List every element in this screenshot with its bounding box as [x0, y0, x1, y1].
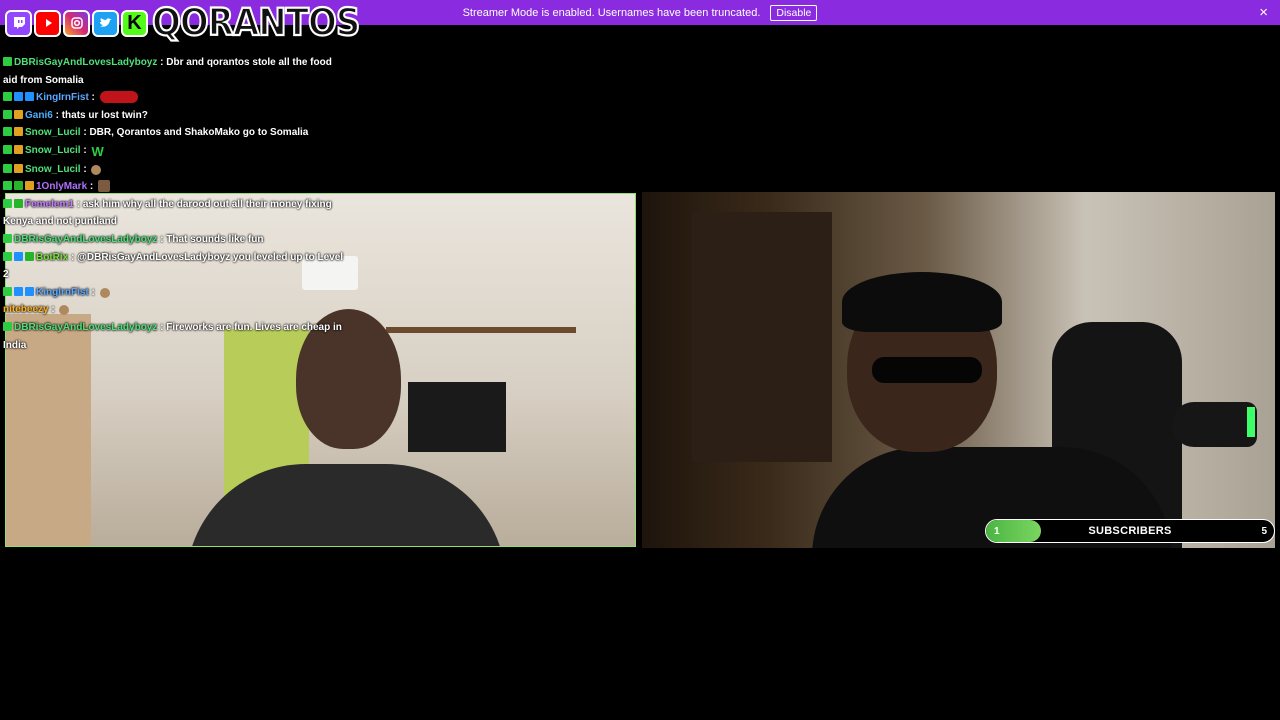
chat-badge-icon	[3, 163, 12, 173]
chat-badge-icon	[14, 163, 23, 173]
background-shelf	[692, 212, 832, 462]
subscriber-goal-bar: 1 SUBSCRIBERS 5	[985, 519, 1275, 543]
channel-name: QORANTOS	[151, 0, 361, 45]
chat-username[interactable]: Snow_Lucil	[25, 127, 81, 138]
chat-username[interactable]: Snow_Lucil	[25, 164, 81, 175]
chat-message: DBRisGayAndLovesLadyboyz : That sounds l…	[3, 231, 348, 249]
chat-badge-icon	[3, 181, 12, 191]
chat-username[interactable]: DBRisGayAndLovesLadyboyz	[14, 57, 157, 68]
chat-message: Femelem1 : ask him why all the darood ou…	[3, 196, 348, 231]
chat-badge-icon	[3, 92, 12, 102]
instagram-icon	[63, 9, 90, 37]
chat-text: DBR, Qorantos and ShakoMako go to Somali…	[89, 127, 309, 139]
chat-message: Snow_Lucil :	[3, 161, 348, 179]
channel-logo: K QORANTOS	[5, 0, 361, 45]
chat-badge-icon	[3, 286, 12, 296]
banner-message: Streamer Mode is enabled. Usernames have…	[462, 6, 761, 19]
chat-badge-icon	[3, 251, 12, 261]
chat-emote-icon: W	[91, 143, 104, 159]
chat-username[interactable]: KingIrnFist	[36, 92, 89, 103]
mic-light	[1247, 407, 1255, 437]
chat-emote-icon	[59, 305, 70, 316]
chat-separator: :	[48, 304, 58, 316]
chat-badge-icon	[3, 57, 12, 66]
goal-end-value: 5	[1261, 525, 1267, 537]
chat-overlay: DBRisGayAndLovesLadyboyz : Dbr and qoran…	[3, 54, 348, 354]
chat-username[interactable]: Femelem1	[25, 199, 74, 210]
chat-separator: :	[88, 286, 98, 298]
kick-icon: K	[121, 9, 148, 37]
close-icon[interactable]: ×	[1259, 4, 1268, 21]
chat-message: Snow_Lucil : W	[3, 142, 348, 161]
chat-emote-icon	[98, 180, 111, 193]
chat-separator: :	[73, 198, 83, 210]
chat-badge-icon	[14, 127, 23, 137]
chat-badge-icon	[14, 144, 23, 154]
chat-message: KingIrnFist :	[3, 89, 348, 107]
chat-badge-icon	[3, 144, 12, 154]
chat-emote-icon	[99, 91, 138, 104]
chat-message: nitebeezy :	[3, 301, 348, 319]
chat-text: That sounds like fun	[166, 233, 264, 245]
microphone	[1172, 402, 1257, 447]
chat-badge-icon	[3, 198, 12, 208]
chat-username[interactable]: Snow_Lucil	[25, 145, 81, 156]
chat-separator: :	[88, 92, 98, 104]
chat-message: DBRisGayAndLovesLadyboyz : Fireworks are…	[3, 319, 348, 354]
chat-text: thats ur lost twin?	[61, 109, 148, 121]
chat-badge-icon	[25, 286, 34, 296]
chat-username[interactable]: BotRix	[36, 252, 68, 263]
chat-separator: :	[157, 321, 167, 333]
chat-message: Gani6 : thats ur lost twin?	[3, 107, 348, 125]
chat-separator: :	[68, 251, 78, 263]
chat-badge-icon	[3, 321, 12, 331]
streamer-camera-feed	[642, 192, 1275, 548]
twitter-icon	[92, 9, 119, 37]
chat-separator: :	[87, 181, 97, 193]
chat-username[interactable]: nitebeezy	[3, 304, 49, 315]
chat-username[interactable]: 1OnlyMark	[36, 181, 87, 192]
chat-separator: :	[157, 233, 167, 245]
chat-badge-icon	[14, 286, 23, 296]
chat-badge-icon	[14, 181, 23, 191]
chat-username[interactable]: KingIrnFist	[36, 287, 89, 298]
chat-message: Snow_Lucil : DBR, Qorantos and ShakoMako…	[3, 124, 348, 142]
goal-label: SUBSCRIBERS	[1088, 525, 1172, 537]
chat-username[interactable]: DBRisGayAndLovesLadyboyz	[14, 322, 157, 333]
sunglasses	[872, 357, 982, 383]
chat-separator: :	[157, 57, 167, 68]
chat-badge-icon	[14, 251, 23, 261]
chat-username[interactable]: Gani6	[25, 110, 53, 121]
chat-username[interactable]: DBRisGayAndLovesLadyboyz	[14, 234, 157, 245]
chat-emote-icon	[91, 164, 102, 175]
chat-separator: :	[52, 109, 62, 121]
chat-message: BotRix : @DBRisGayAndLovesLadyboyz you l…	[3, 249, 348, 284]
chat-badge-icon	[14, 92, 23, 102]
chat-separator: :	[80, 163, 90, 175]
chat-message: KingIrnFist :	[3, 284, 348, 302]
chat-message: DBRisGayAndLovesLadyboyz : Dbr and qoran…	[3, 54, 348, 89]
streamer-person	[812, 272, 1172, 548]
disable-streamer-mode-button[interactable]: Disable	[770, 4, 818, 21]
chat-separator: :	[80, 144, 90, 156]
chat-badge-icon	[25, 92, 34, 102]
chat-badge-icon	[25, 181, 34, 191]
chat-badge-icon	[3, 109, 12, 119]
chat-emote-icon	[99, 287, 110, 298]
chat-badge-icon	[14, 198, 23, 208]
chat-badge-icon	[3, 233, 12, 243]
chat-badge-icon	[3, 127, 12, 137]
chat-badge-icon	[25, 251, 34, 261]
youtube-icon	[34, 9, 61, 37]
chat-message: 1OnlyMark :	[3, 178, 348, 196]
chat-badge-icon	[14, 109, 23, 119]
twitch-icon	[5, 9, 32, 37]
